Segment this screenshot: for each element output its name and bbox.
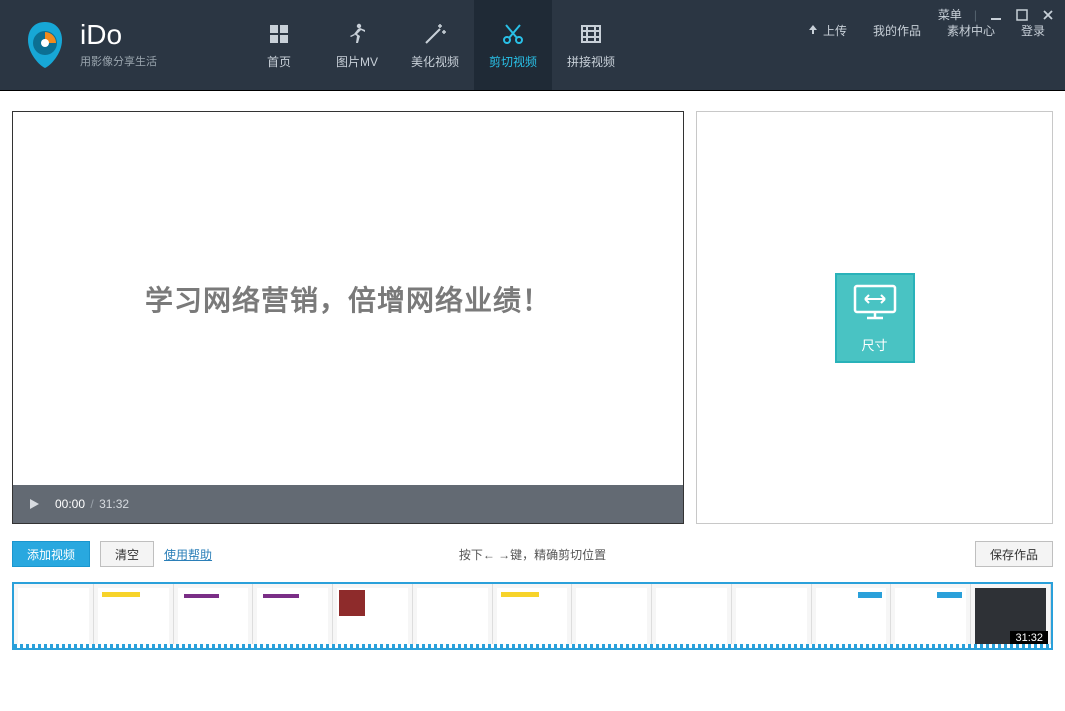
play-button[interactable] [27,497,41,511]
help-link[interactable]: 使用帮助 [164,546,212,563]
app-subtitle: 用影像分享生活 [80,53,157,69]
app-title: iDo [80,21,157,49]
upload-link[interactable]: 上传 [807,22,847,39]
tab-cut-video[interactable]: 剪切视频 [474,0,552,90]
grid-icon [266,21,292,47]
upload-icon [807,23,819,38]
current-time: 00:00 [55,497,85,511]
time-display: 00:00 / 31:32 [55,497,129,511]
dimension-button[interactable]: 尺寸 [835,273,915,363]
login-label: 登录 [1021,22,1045,39]
tab-beautify-video[interactable]: 美化视频 [396,0,474,90]
logo-block: iDo 用影像分享生活 [0,0,240,90]
app-header: iDo 用影像分享生活 首页 图片MV 美化视频 剪切视频 [0,0,1065,90]
timeline-thumb[interactable] [333,584,413,648]
tab-label: 美化视频 [411,53,459,70]
tab-merge-video[interactable]: 拼接视频 [552,0,630,90]
myworks-link[interactable]: 我的作品 [873,22,921,39]
wand-icon [422,21,448,47]
timeline-thumb[interactable] [732,584,812,648]
timeline-end-badge: 31:32 [1010,631,1048,645]
timeline-thumb[interactable] [812,584,892,648]
timeline-thumb[interactable] [174,584,254,648]
maximize-button[interactable] [1015,8,1029,22]
tab-label: 图片MV [336,53,378,70]
divider: | [974,8,977,22]
keyboard-hint: 按下← →键，精确剪切位置 [459,546,606,563]
materials-link[interactable]: 素材中心 [947,22,995,39]
footer-space [0,650,1065,690]
film-edge-bottom [14,644,1051,650]
close-button[interactable] [1041,8,1055,22]
runner-icon [344,21,370,47]
video-canvas[interactable]: 学习网络营销，倍增网络业绩！ [13,112,683,485]
video-player: 学习网络营销，倍增网络业绩！ 00:00 / 31:32 [12,111,684,524]
menu-button[interactable]: 菜单 [938,6,962,23]
app-logo-icon [20,20,70,70]
upload-label: 上传 [823,22,847,39]
window-controls: 菜单 | [938,6,1055,23]
minimize-button[interactable] [989,8,1003,22]
timeline-thumb[interactable] [14,584,94,648]
add-video-button[interactable]: 添加视频 [12,541,90,567]
clear-button[interactable]: 清空 [100,541,154,567]
duration: 31:32 [99,497,129,511]
timeline-thumb[interactable] [94,584,174,648]
dimension-label: 尺寸 [861,335,887,354]
login-link[interactable]: 登录 [1021,22,1045,39]
side-panel: 尺寸 [696,111,1053,524]
filmstrip-icon [578,21,604,47]
tab-home[interactable]: 首页 [240,0,318,90]
player-controls: 00:00 / 31:32 [13,485,683,523]
timeline-thumb[interactable] [413,584,493,648]
video-overlay-text: 学习网络营销，倍增网络业绩！ [145,279,551,319]
tab-photo-mv[interactable]: 图片MV [318,0,396,90]
tab-label: 首页 [267,53,291,70]
save-button[interactable]: 保存作品 [975,541,1053,567]
timeline-thumb[interactable] [652,584,732,648]
monitor-resize-icon [851,282,899,325]
timeline-thumb[interactable] [253,584,333,648]
tab-label: 剪切视频 [489,53,537,70]
timeline-thumb[interactable] [891,584,971,648]
nav-tabs: 首页 图片MV 美化视频 剪切视频 拼接视频 [240,0,630,90]
toolbar: 添加视频 清空 使用帮助 按下← →键，精确剪切位置 保存作品 [0,534,1065,574]
time-separator: / [90,497,93,511]
timeline-thumb[interactable] [493,584,573,648]
main-area: 学习网络营销，倍增网络业绩！ 00:00 / 31:32 尺 [0,90,1065,534]
materials-label: 素材中心 [947,22,995,39]
tab-label: 拼接视频 [567,53,615,70]
timeline-thumb[interactable] [572,584,652,648]
scissors-icon [500,21,526,47]
timeline[interactable]: 31:32 [12,582,1053,650]
myworks-label: 我的作品 [873,22,921,39]
